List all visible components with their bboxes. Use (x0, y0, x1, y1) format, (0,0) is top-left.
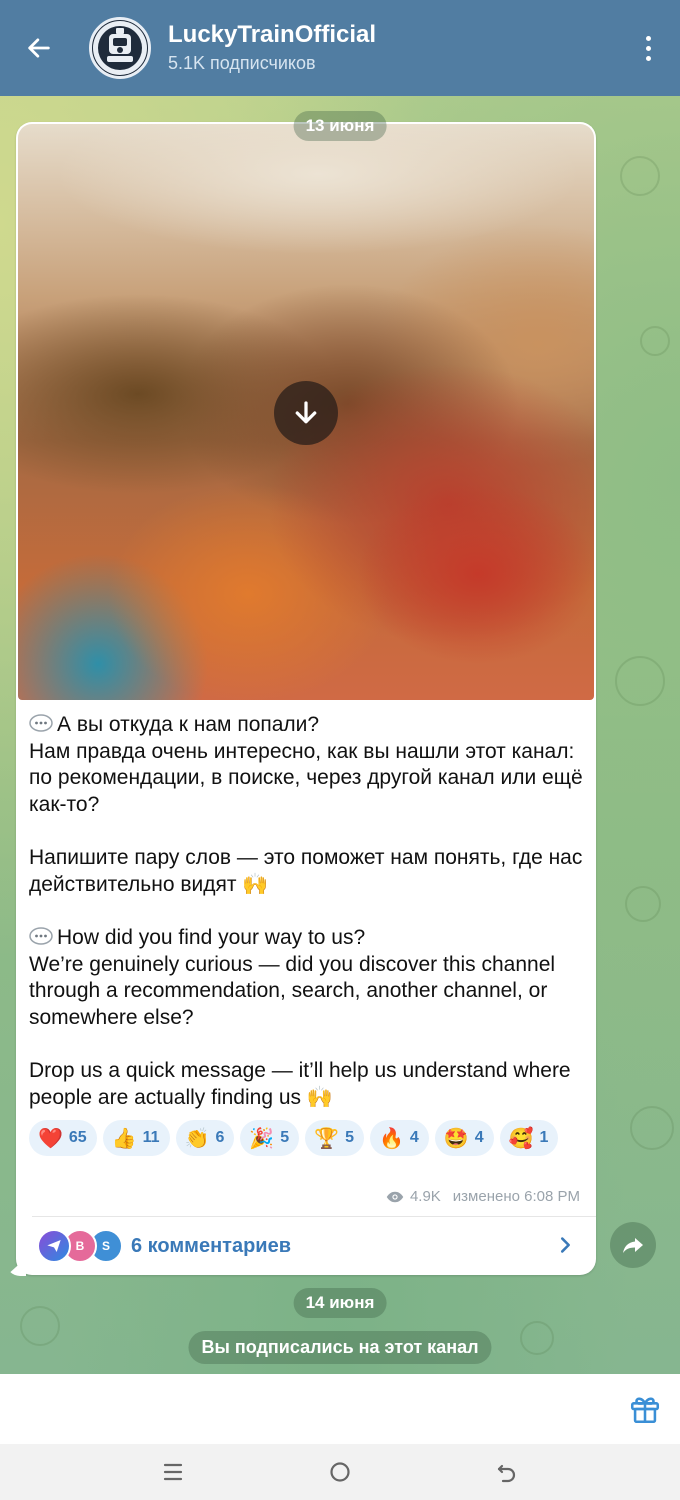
party-popper-icon: 🎉 (249, 1126, 275, 1150)
reaction-heart[interactable]: ❤️ 65 (29, 1120, 97, 1156)
back-nav-icon (497, 1464, 515, 1483)
speech-bubble-icon (29, 714, 53, 732)
comments-label: 6 комментариев (131, 1234, 292, 1257)
reaction-count: 65 (68, 1129, 87, 1146)
reaction-count: 4 (409, 1129, 419, 1146)
eye-icon (386, 1191, 404, 1202)
reactions-bar: ❤️ 65 👍 11 👏 6 🎉 5 🏆 5 🔥 4 🤩 4 🥰 1 (29, 1120, 584, 1156)
download-button[interactable] (274, 381, 338, 445)
reaction-smiling-hearts[interactable]: 🥰 1 (499, 1120, 559, 1156)
arrow-left-icon (28, 38, 50, 58)
reaction-trophy[interactable]: 🏆 5 (305, 1120, 364, 1156)
post-question-ru: А вы откуда к нам попали? (57, 713, 320, 736)
gift-icon (630, 1397, 660, 1424)
service-message: Вы подписались на этот канал (188, 1331, 492, 1364)
view-count: 4.9K (409, 1188, 441, 1205)
fire-icon: 🔥 (378, 1126, 404, 1150)
raise-hands-emoji: 🙌 (306, 1085, 334, 1109)
post-call-en: Drop us a quick message — it’ll help us … (29, 1058, 571, 1110)
reaction-count: 1 (539, 1129, 549, 1146)
reaction-fire[interactable]: 🔥 4 (369, 1120, 429, 1156)
system-nav-bar (0, 1444, 680, 1500)
heart-icon: ❤️ (38, 1126, 63, 1150)
avatar (37, 1229, 71, 1263)
subscriber-count: 5.1K подписчиков (168, 53, 316, 73)
home-circle-icon (330, 1462, 350, 1482)
channel-title[interactable]: LuckyTrainOfficial (168, 21, 376, 49)
star-struck-icon: 🤩 (443, 1126, 469, 1150)
chat-header: LuckyTrainOfficial 5.1K подписчиков (0, 0, 680, 96)
comments-button[interactable]: B S 6 комментариев (16, 1217, 596, 1275)
edited-timestamp: изменено 6:08 PM (452, 1188, 580, 1205)
clap-icon: 👏 (184, 1126, 210, 1150)
reaction-count: 5 (280, 1129, 290, 1146)
share-arrow-icon (623, 1238, 643, 1253)
reaction-count: 11 (142, 1129, 160, 1146)
post-text: А вы откуда к нам попали? Нам правда оче… (29, 712, 584, 1112)
post-body-en: We’re genuinely curious — did you discov… (29, 952, 556, 1029)
smiling-hearts-icon: 🥰 (508, 1126, 534, 1150)
date-separator: 13 июня (293, 111, 387, 141)
post-body-ru: Нам правда очень интересно, как вы нашли… (29, 739, 583, 816)
recents-icon (164, 1463, 183, 1481)
channel-avatar[interactable] (89, 17, 151, 79)
reaction-thumbs-up[interactable]: 👍 11 (102, 1120, 170, 1156)
raise-hands-emoji: 🙌 (242, 872, 269, 896)
more-vertical-icon (645, 35, 651, 41)
thumbs-up-icon: 👍 (111, 1126, 137, 1150)
reaction-count: 6 (215, 1129, 225, 1146)
gift-button[interactable] (628, 1392, 662, 1426)
commenter-avatars: B S (37, 1229, 133, 1263)
reaction-clap[interactable]: 👏 6 (175, 1120, 235, 1156)
channel-post: А вы откуда к нам попали? Нам правда оче… (16, 122, 596, 1275)
download-icon (295, 401, 317, 424)
post-media-blurred[interactable] (18, 124, 594, 700)
reaction-count: 5 (345, 1129, 354, 1146)
paper-plane-icon (47, 1240, 61, 1252)
post-question-en: How did you find your way to us? (57, 926, 366, 949)
date-separator: 14 июня (293, 1288, 387, 1318)
train-logo-icon (93, 21, 147, 75)
home-button[interactable] (320, 1452, 360, 1492)
recents-button[interactable] (153, 1452, 193, 1492)
chevron-right-icon (560, 1237, 570, 1253)
bottom-bar (0, 1374, 680, 1444)
post-meta: 4.9K изменено 6:08 PM (386, 1188, 580, 1205)
reaction-star-struck[interactable]: 🤩 4 (434, 1120, 494, 1156)
share-button[interactable] (610, 1222, 656, 1268)
reaction-party[interactable]: 🎉 5 (240, 1120, 300, 1156)
trophy-icon: 🏆 (314, 1126, 340, 1150)
post-call-ru: Напишите пару слов — это поможет нам пон… (29, 845, 583, 897)
more-menu-button[interactable] (630, 26, 666, 70)
speech-bubble-icon (29, 927, 53, 945)
back-nav-button[interactable] (487, 1452, 527, 1492)
back-button[interactable] (17, 26, 61, 70)
reaction-count: 4 (474, 1129, 484, 1146)
